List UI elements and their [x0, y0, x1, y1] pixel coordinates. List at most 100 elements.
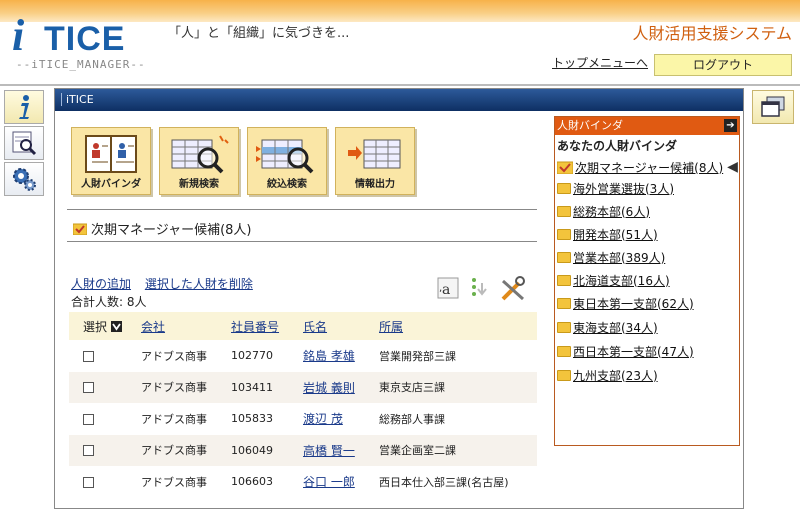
table-row: アドブス商事 105833 渡辺 茂 総務部人事課 — [69, 403, 537, 435]
info-icon — [19, 95, 29, 119]
mini-toolbar: a , — [435, 275, 527, 303]
binder-item-link[interactable]: 西日本第一支部(47人) — [573, 343, 694, 360]
col-employee-id[interactable]: 社員番号 — [231, 312, 303, 340]
row-checkbox[interactable] — [83, 445, 94, 457]
binder-item[interactable]: 北海道支部(16人) — [557, 270, 670, 290]
tool-filter-search-button[interactable]: 絞込検索 — [247, 127, 327, 195]
checked-folder-icon — [73, 223, 87, 235]
tools-icon[interactable] — [499, 275, 527, 303]
col-dept-link[interactable]: 所属 — [379, 320, 403, 334]
binder-item-link[interactable]: 営業本部(389人) — [573, 249, 665, 266]
folder-icon — [557, 297, 571, 309]
binder-item[interactable]: 開発本部(51人) — [557, 224, 658, 244]
logo-subtitle: --iTICE_MANAGER-- — [16, 58, 146, 71]
cell-company: アドブス商事 — [141, 434, 231, 466]
binder-item[interactable]: 九州支部(23人) — [557, 365, 658, 385]
col-company-link[interactable]: 会社 — [141, 320, 165, 334]
header-divider — [0, 84, 800, 86]
cell-name-link[interactable]: 銘島 孝雄 — [303, 349, 355, 363]
add-person-link[interactable]: 人財の追加 — [71, 277, 131, 291]
person-table: 選択 会社 社員番号 氏名 所属 アドブス商事 102770 銘島 孝雄 営業開… — [69, 312, 537, 498]
binder-item[interactable]: 西日本第一支部(47人) — [557, 341, 694, 361]
cell-company: アドブス商事 — [141, 349, 207, 363]
col-name-link[interactable]: 氏名 — [303, 320, 327, 334]
tool-binder-button[interactable]: 人財バインダ — [71, 127, 151, 195]
logo-i: i — [12, 11, 25, 60]
gear-icon — [13, 168, 36, 191]
binder-item[interactable]: 東日本第一支部(62人) — [557, 293, 694, 313]
row-checkbox[interactable] — [83, 413, 94, 425]
top-menu-link[interactable]: トップメニューへ — [552, 54, 648, 71]
binder-item-link[interactable]: 開発本部(51人) — [573, 226, 658, 243]
binder-item-link[interactable]: 次期マネージャー候補(8人) — [575, 159, 723, 176]
col-select[interactable]: 選択 — [69, 312, 141, 340]
folder-icon — [557, 182, 571, 194]
divider-bottom — [67, 241, 537, 242]
tagline: 「人」と「組織」に気づきを... — [168, 26, 350, 41]
settings-button[interactable] — [4, 162, 44, 196]
binder-list-title: 人財バインダ — [557, 119, 623, 132]
col-dept[interactable]: 所属 — [379, 312, 537, 340]
folder-icon — [557, 251, 571, 263]
tool-new-search-button[interactable]: 新規検索 — [159, 127, 239, 195]
row-checkbox[interactable] — [83, 476, 94, 488]
binder-item-link[interactable]: 総務本部(6人) — [573, 203, 650, 220]
col-employee-id-link[interactable]: 社員番号 — [231, 320, 279, 334]
logo-text: TICE — [44, 20, 126, 58]
header: i TICE --iTICE_MANAGER-- 「人」と「組織」に気づきを..… — [0, 0, 800, 84]
logout-button[interactable]: ログアウト — [654, 54, 792, 76]
selected-arrow-icon: ◀ — [727, 159, 738, 175]
cell-employee-id: 105833 — [231, 412, 273, 426]
tool-filter-search-label: 絞込検索 — [267, 179, 307, 190]
window-icon — [761, 96, 785, 117]
panel-tab-label: iTICE — [61, 93, 94, 106]
cell-company: アドブス商事 — [141, 371, 231, 403]
cell-name-link[interactable]: 谷口 一郎 — [303, 475, 355, 489]
table-header-row: 選択 会社 社員番号 氏名 所属 — [69, 312, 537, 340]
col-company[interactable]: 会社 — [141, 312, 231, 340]
search-view-button[interactable] — [4, 126, 44, 160]
binder-list-subtitle: あなたの人財バインダ — [557, 139, 678, 153]
checked-folder-icon — [557, 161, 573, 174]
binder-item-link[interactable]: 海外営業選抜(3人) — [573, 180, 674, 197]
binder-item[interactable]: 海外営業選抜(3人) — [557, 178, 674, 198]
divider-top — [67, 209, 537, 210]
binder-heading: 次期マネージャー候補(8人) — [73, 219, 252, 238]
binder-item-link[interactable]: 東日本第一支部(62人) — [573, 295, 694, 312]
sort-down-icon[interactable] — [467, 275, 493, 301]
binder-item-link[interactable]: 九州支部(23人) — [573, 367, 658, 384]
cell-dept: 西日本仕入部三課(名古屋) — [379, 475, 509, 489]
binder-list-header: 人財バインダ ➔ — [555, 117, 739, 135]
binder-item[interactable]: 営業本部(389人) — [557, 247, 665, 267]
cell-employee-id: 106049 — [231, 434, 303, 466]
cell-name-link[interactable]: 渡辺 茂 — [303, 412, 343, 426]
tool-export-label: 情報出力 — [355, 179, 395, 190]
window-toggle-button[interactable] — [752, 90, 794, 124]
cell-name-link[interactable]: 高橋 賢一 — [303, 444, 355, 458]
delete-selected-link[interactable]: 選択した人財を削除 — [145, 277, 253, 291]
binder-list-panel: 人財バインダ ➔ あなたの人財バインダ 次期マネージャー候補(8人) ◀ 海外営… — [554, 116, 740, 446]
cell-company: アドブス商事 — [141, 412, 207, 426]
col-name[interactable]: 氏名 — [303, 312, 379, 340]
select-all-icon[interactable] — [110, 320, 122, 332]
binder-item[interactable]: 総務本部(6人) — [557, 201, 650, 221]
cell-name-link[interactable]: 岩城 義則 — [303, 381, 355, 395]
total-count: 合計人数: 8人 — [71, 295, 147, 309]
folder-icon — [557, 321, 571, 333]
info-button[interactable] — [4, 90, 44, 124]
row-checkbox[interactable] — [83, 382, 94, 394]
folder-icon — [557, 369, 571, 381]
binder-item-link[interactable]: 北海道支部(16人) — [573, 272, 670, 289]
binder-item-link[interactable]: 東海支部(34人) — [573, 319, 658, 336]
text-format-icon[interactable]: a , — [435, 275, 461, 301]
cell-employee-id: 106603 — [231, 475, 273, 489]
tool-export-button[interactable]: 情報出力 — [335, 127, 415, 195]
svg-text:a: a — [442, 282, 450, 298]
row-checkbox[interactable] — [83, 350, 94, 362]
cell-employee-id: 103411 — [231, 371, 303, 403]
binder-item-selected[interactable]: 次期マネージャー候補(8人) ◀ — [557, 157, 738, 177]
binder-item[interactable]: 東海支部(34人) — [557, 317, 658, 337]
table-row: アドブス商事 106603 谷口 一郎 西日本仕入部三課(名古屋) — [69, 466, 537, 498]
arrow-right-icon[interactable]: ➔ — [724, 119, 737, 132]
export-icon — [348, 139, 401, 169]
